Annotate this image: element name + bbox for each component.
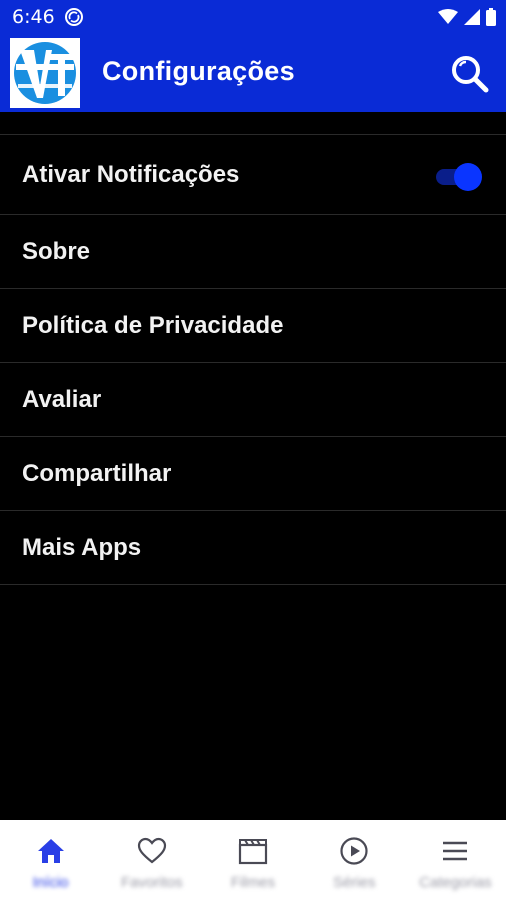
setting-label: Mais Apps <box>22 533 142 561</box>
menu-icon <box>443 841 468 861</box>
setting-row-more-apps[interactable]: Mais Apps <box>0 511 506 585</box>
heart-icon <box>137 837 166 864</box>
app-logo <box>10 38 80 108</box>
status-time: 6:46 <box>12 6 55 28</box>
nav-label: Início <box>32 874 69 891</box>
battery-icon <box>486 8 496 26</box>
search-button[interactable] <box>448 52 492 96</box>
setting-row-share[interactable]: Compartilhar <box>0 437 506 511</box>
app-bar: Configurações <box>0 34 506 112</box>
sync-icon <box>65 8 83 26</box>
page-title: Configurações <box>102 56 295 86</box>
nav-item-categories[interactable]: Categorias <box>405 820 506 900</box>
signal-icon <box>464 9 480 25</box>
nav-label: Favoritos <box>120 874 183 891</box>
nav-label: Categorias <box>419 874 492 891</box>
wifi-icon <box>438 9 458 24</box>
setting-row-notifications[interactable]: Ativar Notificações <box>0 135 506 215</box>
settings-list: Ativar Notificações Sobre Política de Pr… <box>0 112 506 585</box>
clapperboard-icon <box>238 839 268 865</box>
status-bar: 6:46 <box>0 0 506 34</box>
app-logo-image <box>10 38 80 108</box>
nav-label: Séries <box>332 874 376 891</box>
setting-row-privacy-policy[interactable]: Política de Privacidade <box>0 289 506 363</box>
status-icons <box>438 7 496 27</box>
setting-row-rate[interactable]: Avaliar <box>0 363 506 437</box>
nav-item-favorites[interactable]: Favoritos <box>101 820 202 900</box>
bottom-nav: Início Favoritos Filmes Séries Categoria… <box>0 820 506 900</box>
nav-item-movies[interactable]: Filmes <box>202 820 303 900</box>
setting-label: Ativar Notificações <box>22 160 240 188</box>
home-icon <box>37 839 64 863</box>
search-icon <box>452 56 489 93</box>
setting-label: Avaliar <box>22 385 102 413</box>
play-circle-icon <box>340 837 368 865</box>
setting-label: Compartilhar <box>22 459 172 487</box>
settings-screen: 6:46 Configurações Ativar Notificações S… <box>0 0 506 900</box>
notifications-toggle[interactable] <box>436 163 482 191</box>
setting-row-about[interactable]: Sobre <box>0 215 506 289</box>
setting-label: Política de Privacidade <box>22 311 284 339</box>
nav-item-home[interactable]: Início <box>0 820 101 900</box>
setting-label: Sobre <box>22 237 91 265</box>
toggle-thumb <box>454 163 482 191</box>
nav-label: Filmes <box>230 874 276 891</box>
nav-item-series[interactable]: Séries <box>304 820 405 900</box>
